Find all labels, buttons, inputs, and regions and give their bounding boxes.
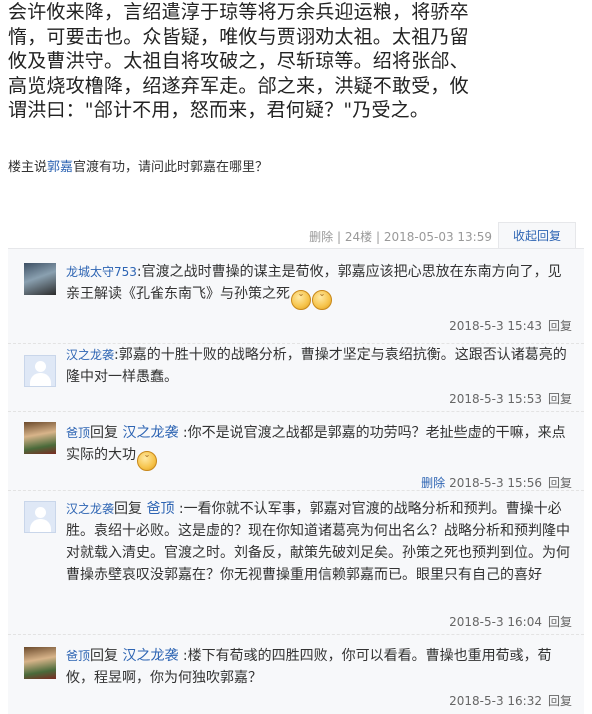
post-body: 楼主说郭嘉官渡有功，请问此时郭嘉在哪里？ bbox=[8, 156, 268, 175]
avatar[interactable] bbox=[24, 422, 56, 454]
username-link[interactable]: 汉之龙袭 bbox=[66, 502, 114, 516]
reply-word: 回复 bbox=[114, 501, 143, 517]
reply-time: 2018-5-3 15:53 bbox=[449, 392, 542, 406]
avatar[interactable] bbox=[24, 501, 56, 533]
keyword-link[interactable]: 郭嘉 bbox=[47, 160, 73, 175]
reply-button[interactable]: 回复 bbox=[548, 694, 572, 708]
post-meta: 删除 | 24楼 | 2018-05-03 13:59 bbox=[309, 228, 492, 245]
username-link[interactable]: 龙城太守753 bbox=[66, 265, 137, 279]
reply-footer: 2018-5-3 16:04 回复 bbox=[449, 613, 572, 630]
reply-text: 爸顶回复 汉之龙袭 :你不是说官渡之战都是郭嘉的功劳吗？老扯些虚的干嘛，来点实际… bbox=[66, 422, 572, 471]
smiley-icon: ˘ bbox=[312, 290, 332, 310]
reply-text: 爸顶回复 汉之龙袭 :楼下有荀彧的四胜四败，你可以看看。曹操也重用荀彧，荀攸，程… bbox=[66, 645, 572, 689]
reply-button[interactable]: 回复 bbox=[548, 319, 572, 333]
default-avatar-body bbox=[30, 373, 51, 386]
default-avatar-icon bbox=[35, 507, 46, 518]
fold-replies-button[interactable]: 收起回复 bbox=[498, 222, 576, 248]
list-item: 汉之龙袭回复 爸顶 :一看你就不认军事，郭嘉对官渡的战略分析和预判。曹操十必胜。… bbox=[8, 491, 584, 635]
post-text-prefix: 楼主说 bbox=[8, 160, 48, 175]
username-link[interactable]: 汉之龙袭 bbox=[66, 348, 114, 362]
quoted-passage: 会许攸来降，言绍遣淳于琼等将万余兵迎运粮，将骄卒 惰，可要击也。众皆疑，唯攸与贾… bbox=[8, 1, 469, 121]
list-item: 爸顶回复 汉之龙袭 :楼下有荀彧的四胜四败，你可以看看。曹操也重用荀彧，荀攸，程… bbox=[8, 635, 584, 714]
reply-list: 龙城太守753:官渡之战时曹操的谋主是荀攸，郭嘉应该把心思放在东南方向了，见亲王… bbox=[8, 248, 584, 714]
avatar[interactable] bbox=[24, 263, 56, 295]
smiley-icon: ˘ bbox=[291, 290, 311, 310]
reply-button[interactable]: 回复 bbox=[548, 615, 572, 629]
list-item: 汉之龙袭:郭嘉的十胜十败的战略分析，曹操才坚定与袁绍抗衡。这跟否认诸葛亮的隆中对… bbox=[8, 344, 584, 412]
reply-text: 汉之龙袭:郭嘉的十胜十败的战略分析，曹操才坚定与袁绍抗衡。这跟否认诸葛亮的隆中对… bbox=[66, 344, 572, 388]
smiley-icon: ˘ bbox=[137, 451, 157, 471]
reply-time: 2018-5-3 16:04 bbox=[449, 615, 542, 629]
reply-text: 汉之龙袭回复 爸顶 :一看你就不认军事，郭嘉对官渡的战略分析和预判。曹操十必胜。… bbox=[66, 498, 572, 586]
reply-footer: 2018-5-3 16:32 回复 bbox=[449, 692, 572, 709]
avatar[interactable] bbox=[24, 647, 56, 679]
list-item: 龙城太守753:官渡之战时曹操的谋主是荀攸，郭嘉应该把心思放在东南方向了，见亲王… bbox=[8, 249, 584, 344]
list-item: 爸顶回复 汉之龙袭 :你不是说官渡之战都是郭嘉的功劳吗？老扯些虚的干嘛，来点实际… bbox=[8, 412, 584, 491]
reply-word: 回复 bbox=[90, 425, 119, 441]
username-link[interactable]: 爸顶 bbox=[66, 426, 90, 440]
reply-button[interactable]: 回复 bbox=[548, 392, 572, 406]
delete-link[interactable]: 删除 bbox=[309, 230, 333, 244]
reply-word: 回复 bbox=[90, 648, 119, 664]
reply-button[interactable]: 回复 bbox=[548, 476, 572, 490]
default-avatar-icon bbox=[35, 361, 46, 372]
username-link[interactable]: 爸顶 bbox=[66, 649, 90, 663]
reply-footer: 2018-5-3 15:53 回复 bbox=[449, 390, 572, 407]
post-meta-bar: 删除 | 24楼 | 2018-05-03 13:59 收起回复 bbox=[0, 222, 592, 248]
post-text-suffix: 官渡有功，请问此时郭嘉在哪里？ bbox=[73, 160, 269, 175]
reply-footer: 2018-5-3 15:43 回复 bbox=[449, 317, 572, 334]
reply-to-user-link[interactable]: 爸顶 bbox=[146, 501, 174, 517]
reply-content: 郭嘉的十胜十败的战略分析，曹操才坚定与袁绍抗衡。这跟否认诸葛亮的隆中对一样愚蠢。 bbox=[66, 347, 567, 385]
reply-content: 一看你就不认军事，郭嘉对官渡的战略分析和预判。曹操十必胜。袁绍十必败。这是虚的？… bbox=[66, 501, 570, 583]
reply-text: 龙城太守753:官渡之战时曹操的谋主是荀攸，郭嘉应该把心思放在东南方向了，见亲王… bbox=[66, 261, 572, 310]
reply-footer: 删除 2018-5-3 15:56 回复 bbox=[421, 474, 572, 491]
reply-to-user-link[interactable]: 汉之龙袭 bbox=[122, 425, 178, 441]
avatar[interactable] bbox=[24, 355, 56, 387]
reply-time: 2018-5-3 15:43 bbox=[449, 319, 542, 333]
meta-separator: | bbox=[337, 230, 342, 244]
delete-link[interactable]: 删除 bbox=[421, 476, 445, 490]
meta-separator: | bbox=[375, 230, 381, 244]
post-date: 2018-05-03 13:59 bbox=[383, 230, 492, 244]
reply-time: 2018-5-3 16:32 bbox=[449, 694, 542, 708]
default-avatar-body bbox=[30, 519, 51, 532]
floor-number: 24楼 bbox=[344, 230, 373, 244]
reply-time: 2018-5-3 15:56 bbox=[449, 476, 542, 490]
reply-to-user-link[interactable]: 汉之龙袭 bbox=[122, 648, 178, 664]
